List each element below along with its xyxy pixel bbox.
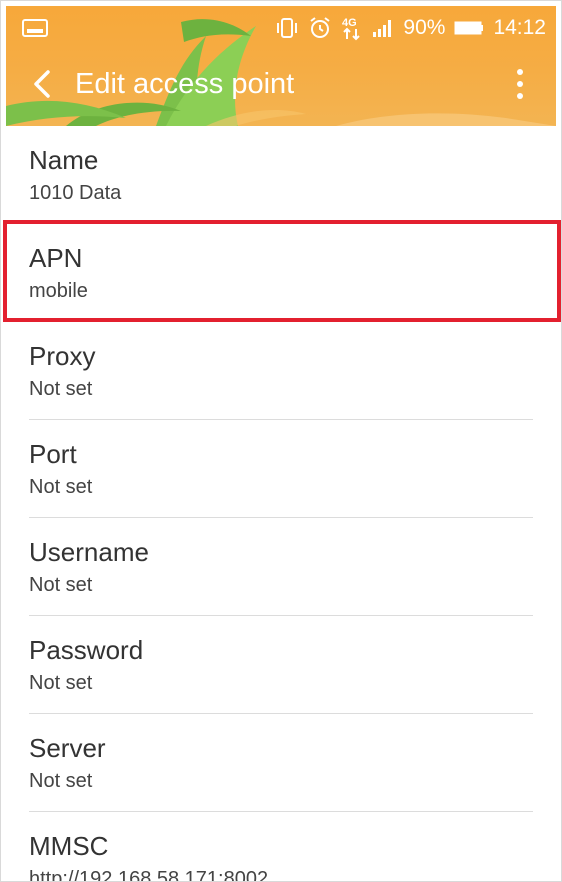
- screen: 4G 90% 14:12 Edit access point Name 1010…: [0, 0, 562, 882]
- setting-value: Not set: [29, 476, 93, 498]
- vibrate-icon: [275, 16, 299, 40]
- setting-label: Password: [29, 635, 144, 665]
- setting-value: http://192.168.58.171:8002: [29, 868, 269, 882]
- battery-percent: 90%: [403, 16, 446, 39]
- status-icons: 4G 90% 14:12: [275, 14, 546, 42]
- setting-apn[interactable]: APN mobile: [0, 224, 562, 322]
- setting-mmsc[interactable]: MMSC http://192.168.58.171:8002: [0, 812, 562, 882]
- setting-value: Not set: [29, 574, 93, 596]
- setting-value: mobile: [29, 280, 88, 302]
- setting-label: APN: [29, 243, 83, 273]
- setting-name[interactable]: Name 1010 Data: [0, 126, 562, 224]
- setting-value: Not set: [29, 672, 93, 694]
- status-bar: 4G 90% 14:12: [6, 6, 556, 48]
- network-type: 4G: [342, 17, 357, 29]
- clock: 14:12: [493, 16, 546, 39]
- more-vert-icon: [517, 69, 523, 99]
- setting-value: Not set: [29, 770, 93, 792]
- setting-value: Not set: [29, 378, 93, 400]
- apn-settings-list: Name 1010 Data APN mobile Proxy Not set …: [0, 126, 562, 882]
- setting-label: Proxy: [29, 341, 96, 371]
- setting-label: Name: [29, 145, 99, 175]
- chevron-left-icon: [34, 70, 50, 98]
- 4g-data-icon: 4G: [341, 15, 363, 41]
- alarm-icon: [308, 16, 332, 40]
- setting-label: Port: [29, 439, 77, 469]
- setting-label: MMSC: [29, 831, 109, 861]
- setting-server[interactable]: Server Not set: [0, 714, 562, 812]
- setting-username[interactable]: Username Not set: [0, 518, 562, 616]
- setting-label: Username: [29, 537, 149, 567]
- setting-proxy[interactable]: Proxy Not set: [0, 322, 562, 420]
- back-button[interactable]: [24, 66, 60, 102]
- signal-icon: [372, 18, 394, 38]
- setting-value: 1010 Data: [29, 182, 122, 204]
- screenshot-icon: [22, 19, 48, 42]
- page-title: Edit access point: [75, 68, 295, 100]
- battery-icon: [454, 20, 484, 36]
- setting-label: Server: [29, 733, 106, 763]
- setting-password[interactable]: Password Not set: [0, 616, 562, 714]
- app-header: 4G 90% 14:12 Edit access point: [6, 6, 556, 126]
- overflow-menu-button[interactable]: [510, 66, 530, 102]
- setting-port[interactable]: Port Not set: [0, 420, 562, 518]
- toolbar: Edit access point: [6, 52, 556, 116]
